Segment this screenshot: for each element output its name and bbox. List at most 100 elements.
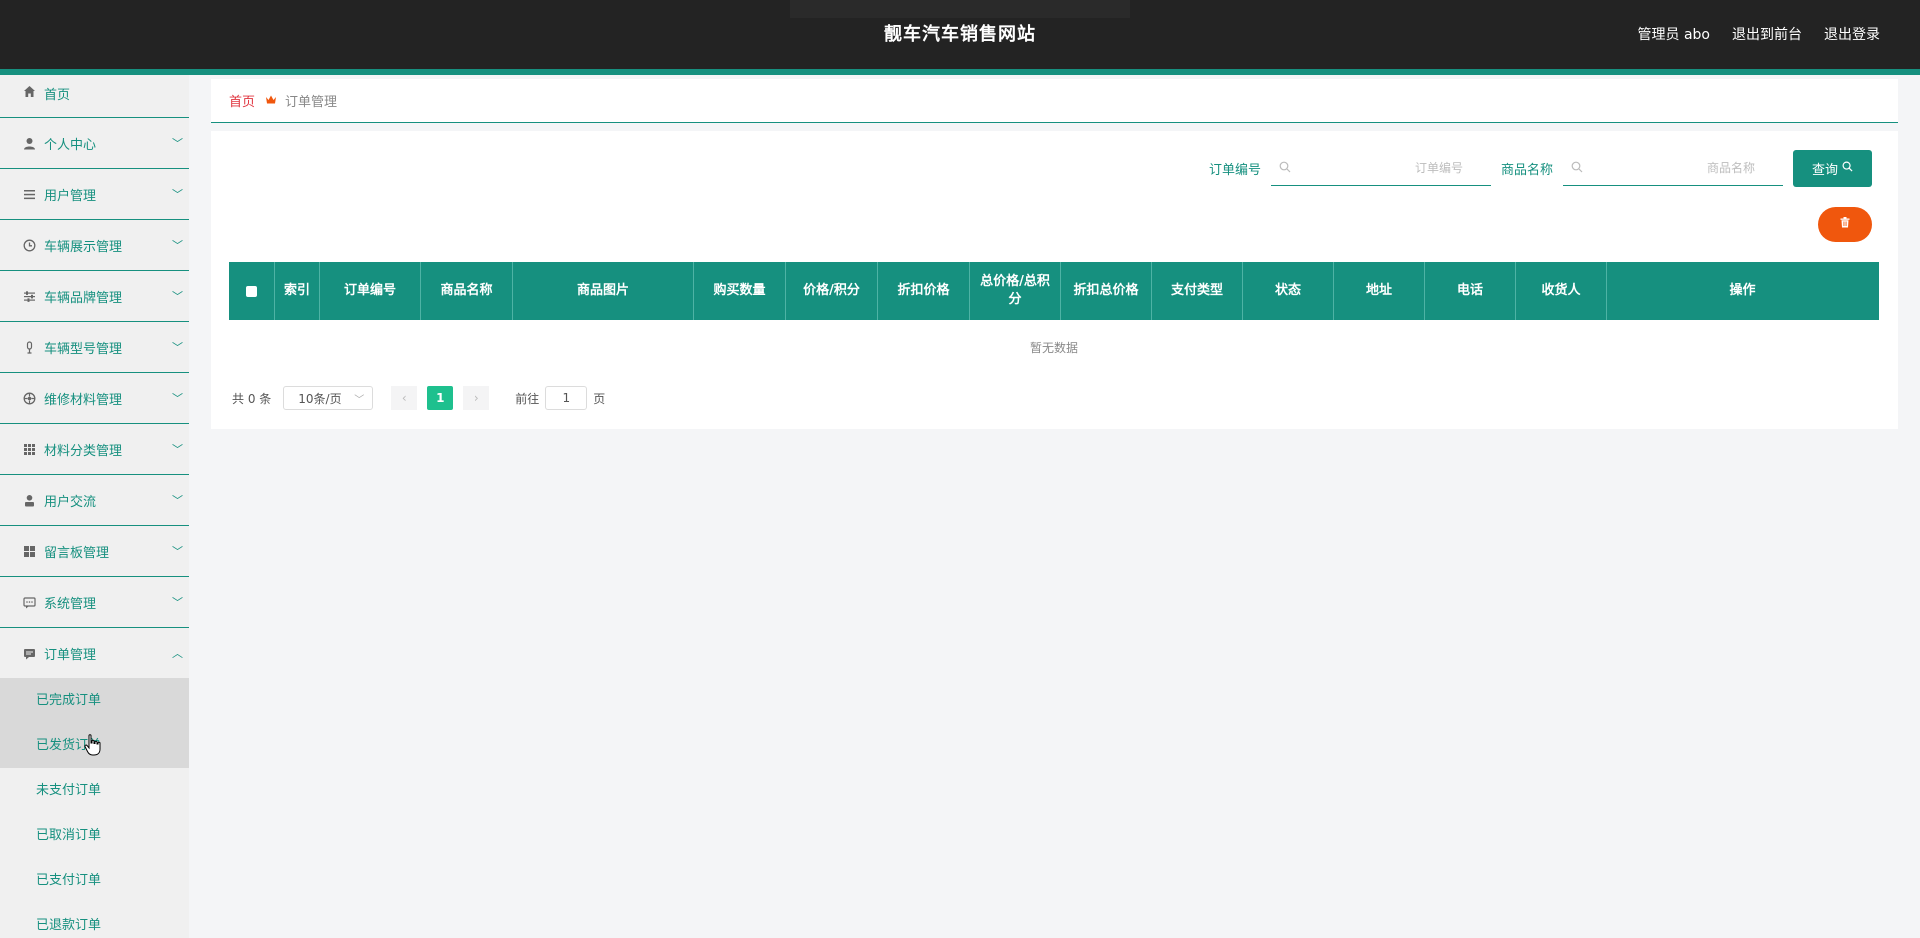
submenu-item-paid-orders[interactable]: 已支付订单 — [0, 858, 189, 903]
search-icon — [1279, 161, 1291, 176]
sidebar-item-user-management[interactable]: 用户管理 ﹀ — [0, 169, 189, 220]
select-all-checkbox[interactable] — [246, 285, 257, 297]
column-header: 收货人 — [1516, 262, 1607, 320]
query-button[interactable]: 查询 — [1793, 150, 1872, 187]
product-name-input[interactable] — [1583, 160, 1757, 176]
back-to-frontend-link[interactable]: 退出到前台 — [1732, 24, 1802, 44]
trash-icon — [1840, 217, 1850, 232]
product-name-label: 商品名称 — [1500, 163, 1553, 178]
sidebar-item-label: 留言板管理 — [44, 545, 110, 561]
sidebar-item-vehicle-model[interactable]: 车辆型号管理 ﹀ — [0, 322, 189, 373]
chevron-down-icon: ﹀ — [172, 392, 183, 405]
sidebar-item-system-management[interactable]: 系统管理 ﹀ — [0, 577, 189, 628]
admin-user-link[interactable]: 管理员 abo — [1638, 24, 1710, 44]
submenu-item-cancelled-orders[interactable]: 已取消订单 — [0, 813, 189, 858]
breadcrumb: 首页 订单管理 — [211, 79, 1898, 123]
chevron-left-icon: ‹ — [401, 391, 407, 405]
orders-table: 索引 订单编号 商品名称 商品图片 购买数量 价格/积分 折扣价格 总价格/总积… — [229, 262, 1879, 376]
column-header: 总价格/总积分 — [970, 262, 1061, 320]
sidebar-item-home[interactable]: 首页 — [0, 75, 189, 118]
column-header: 状态 — [1243, 262, 1334, 320]
sidebar-item-personal-center[interactable]: 个人中心 ﹀ — [0, 118, 189, 169]
chevron-down-icon: ﹀ — [172, 137, 183, 150]
sidebar-item-label: 用户管理 — [44, 188, 97, 204]
submenu-item-refunded-orders[interactable]: 已退款订单 — [0, 903, 189, 938]
sidebar-item-user-exchange[interactable]: 用户交流 ﹀ — [0, 475, 189, 526]
sidebar-item-label: 系统管理 — [44, 596, 97, 612]
column-header: 电话 — [1425, 262, 1516, 320]
chevron-down-icon: ﹀ — [172, 596, 183, 609]
sliders-icon — [22, 289, 36, 303]
search-bar: 订单编号 商品名称 查询 — [1209, 150, 1872, 187]
chevron-down-icon: ﹀ — [172, 239, 183, 252]
sidebar-item-vehicle-display[interactable]: 车辆展示管理 ﹀ — [0, 220, 189, 271]
chevron-up-icon: ︿ — [172, 647, 183, 660]
breadcrumb-home-link[interactable]: 首页 — [229, 91, 255, 110]
site-title: 靓车汽车销售网站 — [884, 24, 1036, 45]
chevron-down-icon: ﹀ — [172, 290, 183, 303]
chevron-down-icon: ﹀ — [172, 494, 183, 507]
tiles-icon — [22, 544, 36, 558]
breadcrumb-current: 订单管理 — [285, 95, 338, 110]
column-header: 价格/积分 — [786, 262, 878, 320]
goto-label: 前往 — [515, 391, 540, 406]
order-no-input[interactable] — [1290, 160, 1465, 176]
order-no-label: 订单编号 — [1208, 163, 1261, 178]
user-icon — [22, 136, 36, 150]
prev-page-button[interactable]: ‹ — [391, 386, 418, 410]
logout-link[interactable]: 退出登录 — [1824, 24, 1880, 44]
column-header: 商品名称 — [421, 262, 513, 320]
page-number-button[interactable]: 1 — [427, 386, 454, 410]
order-no-field — [1270, 152, 1491, 186]
message-icon — [22, 646, 36, 660]
sidebar-item-material-category[interactable]: 材料分类管理 ﹀ — [0, 424, 189, 475]
delete-button[interactable] — [1818, 207, 1872, 242]
goto-page-input[interactable] — [545, 386, 588, 410]
top-header: 靓车汽车销售网站 管理员 abo 退出到前台 退出登录 — [0, 0, 1920, 69]
aperture-icon — [22, 391, 36, 405]
column-header: 商品图片 — [513, 262, 694, 320]
sidebar-item-order-management[interactable]: 订单管理 ︿ — [0, 628, 189, 678]
search-icon — [1571, 161, 1583, 176]
sidebar-item-label: 维修材料管理 — [44, 392, 123, 408]
sidebar-item-vehicle-brand[interactable]: 车辆品牌管理 ﹀ — [0, 271, 189, 322]
home-icon — [22, 84, 36, 98]
next-page-button[interactable]: › — [463, 386, 490, 410]
column-header: 折扣价格 — [878, 262, 970, 320]
search-icon — [1842, 161, 1853, 176]
person-icon — [22, 493, 36, 507]
column-header: 操作 — [1729, 283, 1756, 298]
page-size-select[interactable]: 10条/页 ﹀ — [283, 386, 374, 410]
submenu-item-completed-orders[interactable]: 已完成订单 — [0, 678, 189, 723]
chat-icon — [22, 595, 36, 609]
chevron-down-icon: ﹀ — [172, 341, 183, 354]
mic-icon — [22, 340, 36, 354]
sidebar-item-label: 车辆型号管理 — [44, 341, 123, 357]
chevron-down-icon: ﹀ — [172, 188, 183, 201]
select-all-cell — [229, 262, 275, 320]
sidebar-item-message-board[interactable]: 留言板管理 ﹀ — [0, 526, 189, 577]
submenu-item-unpaid-orders[interactable]: 未支付订单 — [0, 768, 189, 813]
header-ghost-bar — [790, 0, 1130, 18]
column-header: 支付类型 — [1152, 262, 1243, 320]
clock-icon — [22, 238, 36, 252]
column-header: 购买数量 — [694, 262, 786, 320]
header-accent-bar — [0, 69, 1920, 75]
table-header: 索引 订单编号 商品名称 商品图片 购买数量 价格/积分 折扣价格 总价格/总积… — [229, 262, 1879, 320]
header-links: 管理员 abo 退出到前台 退出登录 — [1638, 24, 1880, 44]
column-header: 订单编号 — [320, 262, 421, 320]
hand-cursor-icon — [84, 734, 102, 756]
total-count: 共 0 条 — [232, 391, 272, 406]
order-submenu: 已完成订单 已发货订单 未支付订单 已取消订单 已支付订单 已退款订单 — [0, 678, 189, 938]
sidebar-item-label: 用户交流 — [44, 494, 97, 510]
sidebar-item-repair-materials[interactable]: 维修材料管理 ﹀ — [0, 373, 189, 424]
sidebar: 首页 个人中心 ﹀ 用户管理 ﹀ 车辆展示管理 ﹀ 车辆品牌管理 ﹀ 车辆型号管… — [0, 75, 189, 938]
crown-icon — [265, 94, 277, 108]
chevron-down-icon: ﹀ — [172, 545, 183, 558]
page-size-value: 10条/页 — [298, 391, 342, 406]
sidebar-item-label: 个人中心 — [44, 137, 97, 153]
query-button-label: 查询 — [1811, 163, 1838, 178]
sidebar-item-label: 车辆展示管理 — [44, 239, 123, 255]
list-icon — [22, 187, 36, 201]
column-header: 索引 — [275, 262, 320, 320]
